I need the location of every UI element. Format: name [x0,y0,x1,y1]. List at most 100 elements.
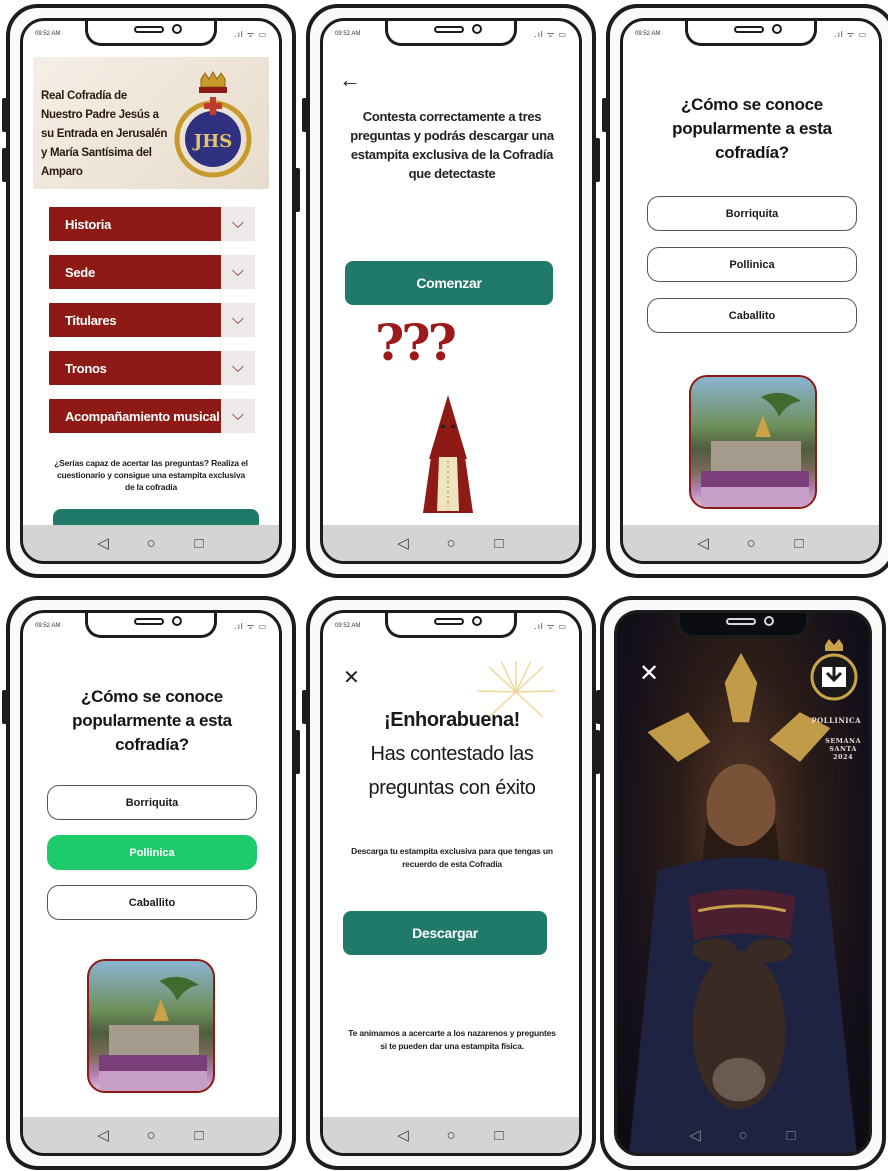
accordion-label: Titulares [65,312,117,328]
accordion-historia[interactable]: Historia ⌵ [49,207,255,241]
status-time: 09:52 AM [335,31,361,37]
stamp-subtitle-line: SANTA [829,745,857,753]
chevron-down-icon[interactable]: ⌵ [221,399,255,433]
procession-image [87,959,215,1093]
recent-apps-icon[interactable]: □ [491,1128,507,1143]
procession-image [689,375,817,509]
option-caballito[interactable]: Caballito [47,885,257,920]
stamp-year: 2024 [833,753,854,761]
accordion-titulares[interactable]: Titulares ⌵ [49,303,255,337]
phone-stamp-preview: ✕ POLLINICA SEMANA SANTA 2024 ◁ ○ □ [596,596,886,1170]
accordion-sede[interactable]: Sede ⌵ [49,255,255,289]
back-nav-icon[interactable]: ◁ [687,1128,703,1143]
back-nav-icon[interactable]: ◁ [95,536,111,551]
recent-apps-icon[interactable]: □ [791,536,807,551]
question-marks: ??? [375,313,457,372]
accordion-tronos[interactable]: Tronos ⌵ [49,351,255,385]
option-pollinica-selected[interactable]: Pollinica [47,835,257,870]
android-nav-bar: ◁ ○ □ [23,1117,279,1153]
start-button[interactable]: Comenzar [345,261,553,305]
status-icons: .ıl ᯤ ▭ [834,30,867,39]
home-nav-icon[interactable]: ○ [743,536,759,551]
volume-button [2,98,7,132]
download-button[interactable]: Descargar [343,911,547,955]
home-nav-icon[interactable]: ○ [443,1128,459,1143]
close-icon[interactable]: ✕ [343,665,360,690]
notch [85,613,217,638]
phone-question-answered: 09:52 AM .ıl ᯤ ▭ ¿Cómo se conoce popular… [2,596,300,1170]
chevron-down-icon[interactable]: ⌵ [221,303,255,337]
question-title: ¿Cómo se conoce popularmente a esta cofr… [72,687,232,754]
volume-button [2,690,7,724]
back-nav-icon[interactable]: ◁ [695,536,711,551]
notch [85,21,217,46]
recent-apps-icon[interactable]: □ [491,536,507,551]
android-nav-bar: ◁ ○ □ [323,1117,579,1153]
recent-apps-icon[interactable]: □ [783,1128,799,1143]
option-borriquita[interactable]: Borriquita [47,785,257,820]
accordion-label: Tronos [65,360,107,376]
power-button [295,730,300,774]
back-nav-icon[interactable]: ◁ [395,536,411,551]
status-icons: .ıl ᯤ ▭ [234,30,267,39]
download-icon[interactable] [807,639,861,709]
status-icons: .ıl ᯤ ▭ [534,30,567,39]
recent-apps-icon[interactable]: □ [191,1128,207,1143]
chevron-down-icon[interactable]: ⌵ [221,207,255,241]
success-screen: 09:52 AM .ıl ᯤ ▭ ✕ ¡Enhorabuena! Has con… [320,610,582,1156]
question-title: ¿Cómo se conoce popularmente a esta cofr… [672,95,832,162]
quiz-intro-screen: 09:52 AM .ıl ᯤ ▭ ← Contesta correctament… [320,18,582,564]
chevron-down-icon[interactable]: ⌵ [221,255,255,289]
nazareno-icon [423,395,473,513]
stamp-subtitle: SEMANA SANTA 2024 [825,737,861,761]
congratulations-headline: ¡Enhorabuena! Has contestado las pregunt… [337,703,567,805]
android-nav-bar: ◁ ○ □ [617,1117,869,1153]
phone-question: 09:52 AM .ıl ᯤ ▭ ¿Cómo se conoce popular… [602,4,888,578]
crest-icon: JHS [174,71,252,178]
home-nav-icon[interactable]: ○ [143,1128,159,1143]
phone-quiz-intro: 09:52 AM .ıl ᯤ ▭ ← Contesta correctament… [302,4,600,578]
congrats-title: ¡Enhorabuena! [384,709,520,731]
phone-home: 09:52 AM .ıl ᯤ ▭ Real Cofradía de Nuestr… [2,4,300,578]
home-nav-icon[interactable]: ○ [735,1128,751,1143]
back-arrow-icon[interactable]: ← [339,67,361,93]
notch [385,21,517,46]
accordion-acompanamiento[interactable]: Acompañamiento musical ⌵ [49,399,255,433]
close-icon[interactable]: ✕ [639,659,659,688]
accordion-label: Acompañamiento musical [65,408,220,424]
power-button [295,168,300,212]
question-answered-screen: 09:52 AM .ıl ᯤ ▭ ¿Cómo se conoce popular… [20,610,282,1156]
stamp-preview-screen: ✕ POLLINICA SEMANA SANTA 2024 ◁ ○ □ [614,610,872,1156]
brotherhood-header: Real Cofradía de Nuestro Padre Jesús a s… [33,57,269,189]
home-nav-icon[interactable]: ○ [143,536,159,551]
footer-note: Te animamos a acercarte a los nazarenos … [348,1028,556,1051]
android-nav-bar: ◁ ○ □ [323,525,579,561]
volume-button [302,98,307,132]
option-borriquita[interactable]: Borriquita [647,196,857,231]
home-nav-icon[interactable]: ○ [443,536,459,551]
notch [677,613,809,638]
chevron-down-icon[interactable]: ⌵ [221,351,255,385]
volume-button [602,98,607,132]
question-screen: 09:52 AM .ıl ᯤ ▭ ¿Cómo se conoce popular… [620,18,882,564]
accordion-label: Sede [65,264,95,280]
volume-button [2,148,7,182]
option-caballito[interactable]: Caballito [647,298,857,333]
android-nav-bar: ◁ ○ □ [23,525,279,561]
back-nav-icon[interactable]: ◁ [395,1128,411,1143]
recent-apps-icon[interactable]: □ [191,536,207,551]
status-icons: .ıl ᯤ ▭ [234,622,267,631]
status-icons: .ıl ᯤ ▭ [534,622,567,631]
quiz-intro-text: Contesta correctamente a tres preguntas … [350,109,554,181]
android-nav-bar: ◁ ○ □ [623,525,879,561]
status-time: 09:52 AM [35,31,61,37]
download-note: Descarga tu estampita exclusiva para que… [351,846,553,869]
back-nav-icon[interactable]: ◁ [95,1128,111,1143]
stamp-subtitle-line: SEMANA [825,737,861,745]
status-time: 09:52 AM [35,623,61,629]
stamp-title: POLLINICA [811,716,861,725]
accordion-label: Historia [65,216,112,232]
notch [385,613,517,638]
option-pollinica[interactable]: Pollinica [647,247,857,282]
notch [685,21,817,46]
